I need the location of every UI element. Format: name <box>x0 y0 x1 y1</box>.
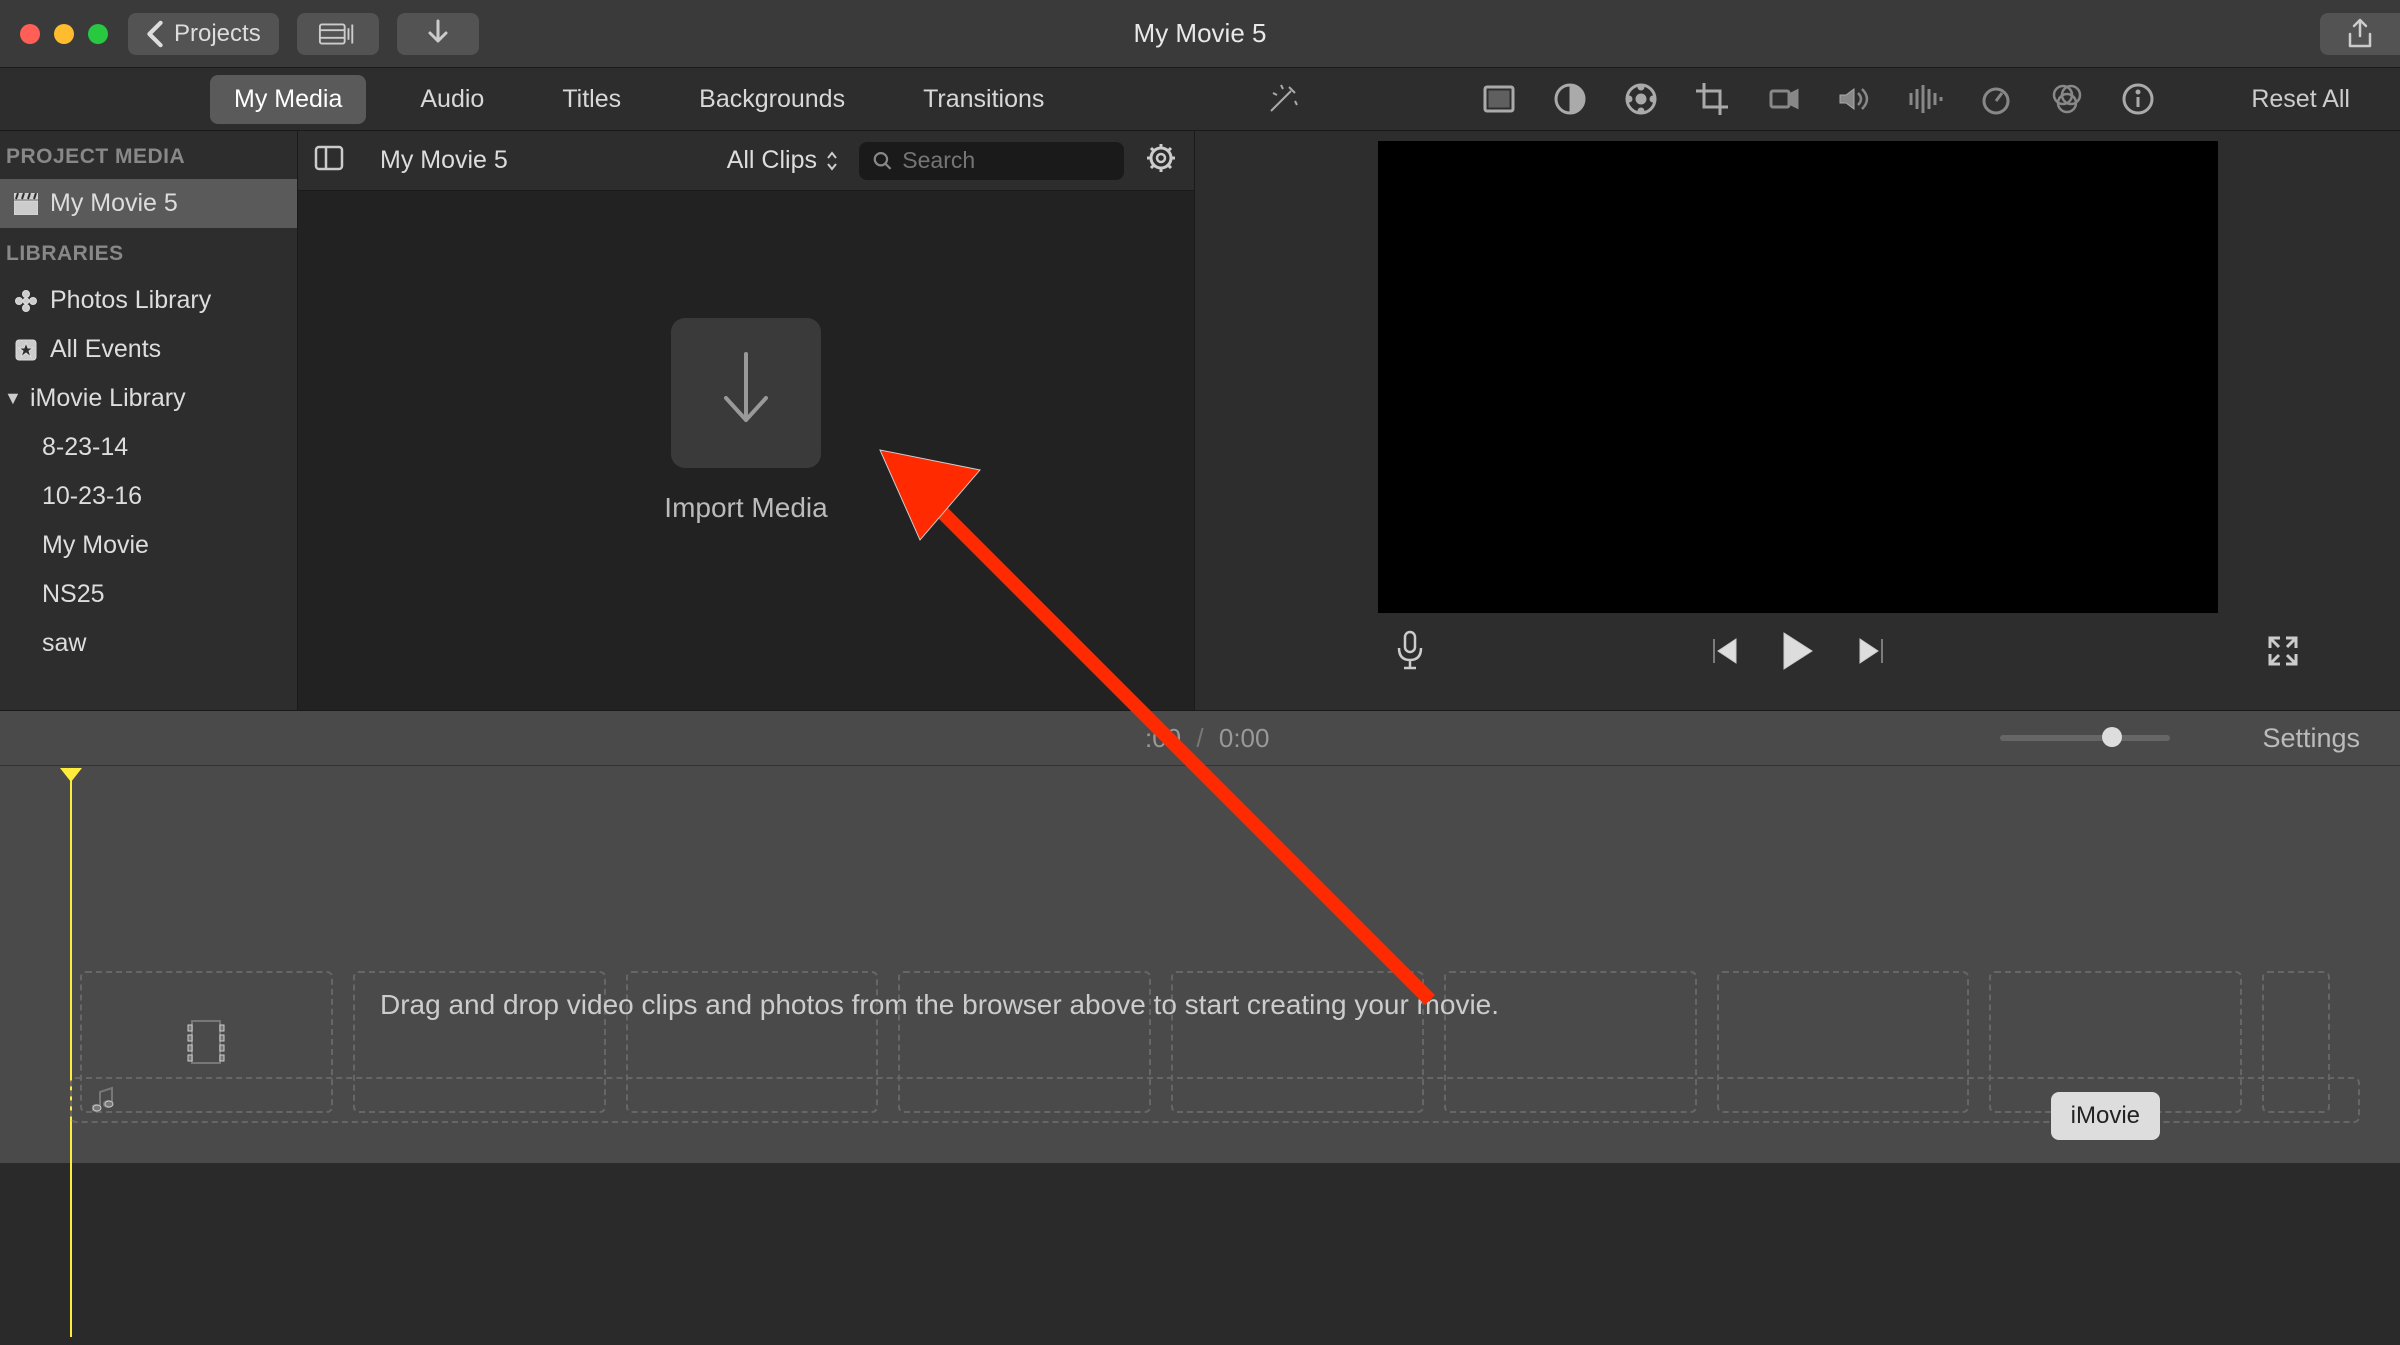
timeline-settings-button[interactable]: Settings <box>2262 723 2360 754</box>
sidebar-event-2[interactable]: My Movie <box>0 521 297 570</box>
sidebar-event-1[interactable]: 10-23-16 <box>0 472 297 521</box>
time-display: :00 / 0:00 <box>1145 723 1269 754</box>
sidebar-photos-library[interactable]: Photos Library <box>0 276 297 325</box>
prev-frame-button[interactable] <box>1710 635 1740 672</box>
search-input[interactable] <box>902 147 1110 174</box>
microphone-icon <box>1395 630 1425 672</box>
zoom-thumb[interactable] <box>2102 727 2122 747</box>
music-note-icon <box>92 1086 116 1114</box>
search-box[interactable] <box>859 142 1124 180</box>
sidebar: PROJECT MEDIA My Movie 5 LIBRARIES Photo… <box>0 131 298 710</box>
sidebar-project-item[interactable]: My Movie 5 <box>0 179 297 228</box>
updown-chevron-icon <box>825 150 839 172</box>
sidebar-event-0[interactable]: 8-23-14 <box>0 423 297 472</box>
expand-icon <box>2266 634 2300 668</box>
close-window-button[interactable] <box>20 24 40 44</box>
clapperboard-icon <box>14 193 38 215</box>
sidebar-photos-label: Photos Library <box>50 286 211 315</box>
auto-enhance-icon[interactable] <box>1265 81 1301 117</box>
gear-icon <box>1144 141 1178 175</box>
share-button[interactable] <box>2320 13 2400 55</box>
browser-body[interactable]: Import Media <box>298 191 1194 710</box>
media-browser: My Movie 5 All Clips Import Media <box>298 131 1195 710</box>
tabs-row: My Media Audio Titles Backgrounds Transi… <box>0 68 2400 131</box>
play-icon <box>1780 631 1816 671</box>
voiceover-button[interactable] <box>1395 630 1425 677</box>
clips-filter-dropdown[interactable]: All Clips <box>727 146 839 175</box>
projects-back-button[interactable]: Projects <box>128 13 279 55</box>
viewer <box>1195 131 2400 710</box>
star-icon <box>14 338 38 362</box>
import-media-label: Import Media <box>664 492 827 524</box>
play-button[interactable] <box>1780 631 1816 676</box>
sidebar-imovie-library-label: iMovie Library <box>30 384 186 413</box>
share-icon <box>2346 18 2374 50</box>
viewer-preview[interactable] <box>1378 141 2218 613</box>
fullscreen-button[interactable] <box>2266 634 2300 673</box>
playhead[interactable] <box>70 770 72 1337</box>
flower-icon <box>14 289 38 313</box>
maximize-window-button[interactable] <box>88 24 108 44</box>
window-controls <box>20 24 108 44</box>
volume-icon[interactable] <box>1836 81 1872 117</box>
sidebar-event-4[interactable]: saw <box>0 619 297 668</box>
stabilize-icon[interactable] <box>1765 81 1801 117</box>
disclosure-triangle-icon[interactable]: ▼ <box>4 388 18 409</box>
color-wheel-icon[interactable] <box>1623 81 1659 117</box>
viewer-controls <box>1195 613 2400 693</box>
import-media-box[interactable] <box>671 318 821 468</box>
audio-track[interactable] <box>70 1077 2360 1123</box>
browser-header: My Movie 5 All Clips <box>298 131 1194 191</box>
crop-icon[interactable] <box>1694 81 1730 117</box>
tab-transitions[interactable]: Transitions <box>899 75 1068 124</box>
sidebar-heading-project: PROJECT MEDIA <box>0 131 297 179</box>
color-correction-icon[interactable] <box>1481 81 1517 117</box>
timeline-hint: Drag and drop video clips and photos fro… <box>380 989 1499 1021</box>
browser-settings-button[interactable] <box>1144 141 1178 180</box>
sidebar-heading-libraries: LIBRARIES <box>0 228 297 276</box>
import-button[interactable] <box>397 13 479 55</box>
skip-forward-icon <box>1856 635 1886 667</box>
adjustment-icons: Reset All <box>1195 81 2400 117</box>
tab-backgrounds[interactable]: Backgrounds <box>675 75 869 124</box>
import-media-button[interactable]: Import Media <box>664 318 827 524</box>
filmstrip-icon <box>318 20 358 48</box>
noise-reduction-icon[interactable] <box>1907 81 1943 117</box>
next-frame-button[interactable] <box>1856 635 1886 672</box>
sidebar-event-3[interactable]: NS25 <box>0 570 297 619</box>
back-label: Projects <box>174 20 261 48</box>
zoom-slider[interactable] <box>2000 735 2170 741</box>
filmstrip-icon <box>186 1019 226 1065</box>
media-tabs: My Media Audio Titles Backgrounds Transi… <box>0 75 1195 124</box>
timeline[interactable]: Drag and drop video clips and photos fro… <box>0 766 2400 1163</box>
tab-titles[interactable]: Titles <box>538 75 645 124</box>
sidebar-imovie-library[interactable]: ▼ iMovie Library <box>0 374 297 423</box>
browser-title: My Movie 5 <box>380 146 508 175</box>
info-icon[interactable] <box>2120 81 2156 117</box>
filters-icon[interactable] <box>2049 81 2085 117</box>
sidebar-toggle-button[interactable] <box>314 145 344 176</box>
titlebar: Projects My Movie 5 <box>0 0 2400 68</box>
tab-my-media[interactable]: My Media <box>210 75 366 124</box>
window-title: My Movie 5 <box>1134 18 1267 49</box>
dock-tooltip: iMovie <box>2051 1092 2160 1140</box>
sidebar-icon <box>314 145 344 171</box>
media-view-button[interactable] <box>297 13 379 55</box>
sidebar-all-events-label: All Events <box>50 335 161 364</box>
time-row: :00 / 0:00 Settings <box>0 711 2400 766</box>
tab-audio[interactable]: Audio <box>396 75 508 124</box>
sidebar-all-events[interactable]: All Events <box>0 325 297 374</box>
chevron-left-icon <box>146 20 164 48</box>
download-arrow-icon <box>426 19 450 49</box>
sidebar-project-label: My Movie 5 <box>50 189 178 218</box>
skip-back-icon <box>1710 635 1740 667</box>
reset-all-button[interactable]: Reset All <box>2251 85 2350 114</box>
download-arrow-icon <box>716 348 776 438</box>
search-icon <box>873 150 892 172</box>
content-row: PROJECT MEDIA My Movie 5 LIBRARIES Photo… <box>0 131 2400 711</box>
minimize-window-button[interactable] <box>54 24 74 44</box>
color-balance-icon[interactable] <box>1552 81 1588 117</box>
speed-icon[interactable] <box>1978 81 2014 117</box>
